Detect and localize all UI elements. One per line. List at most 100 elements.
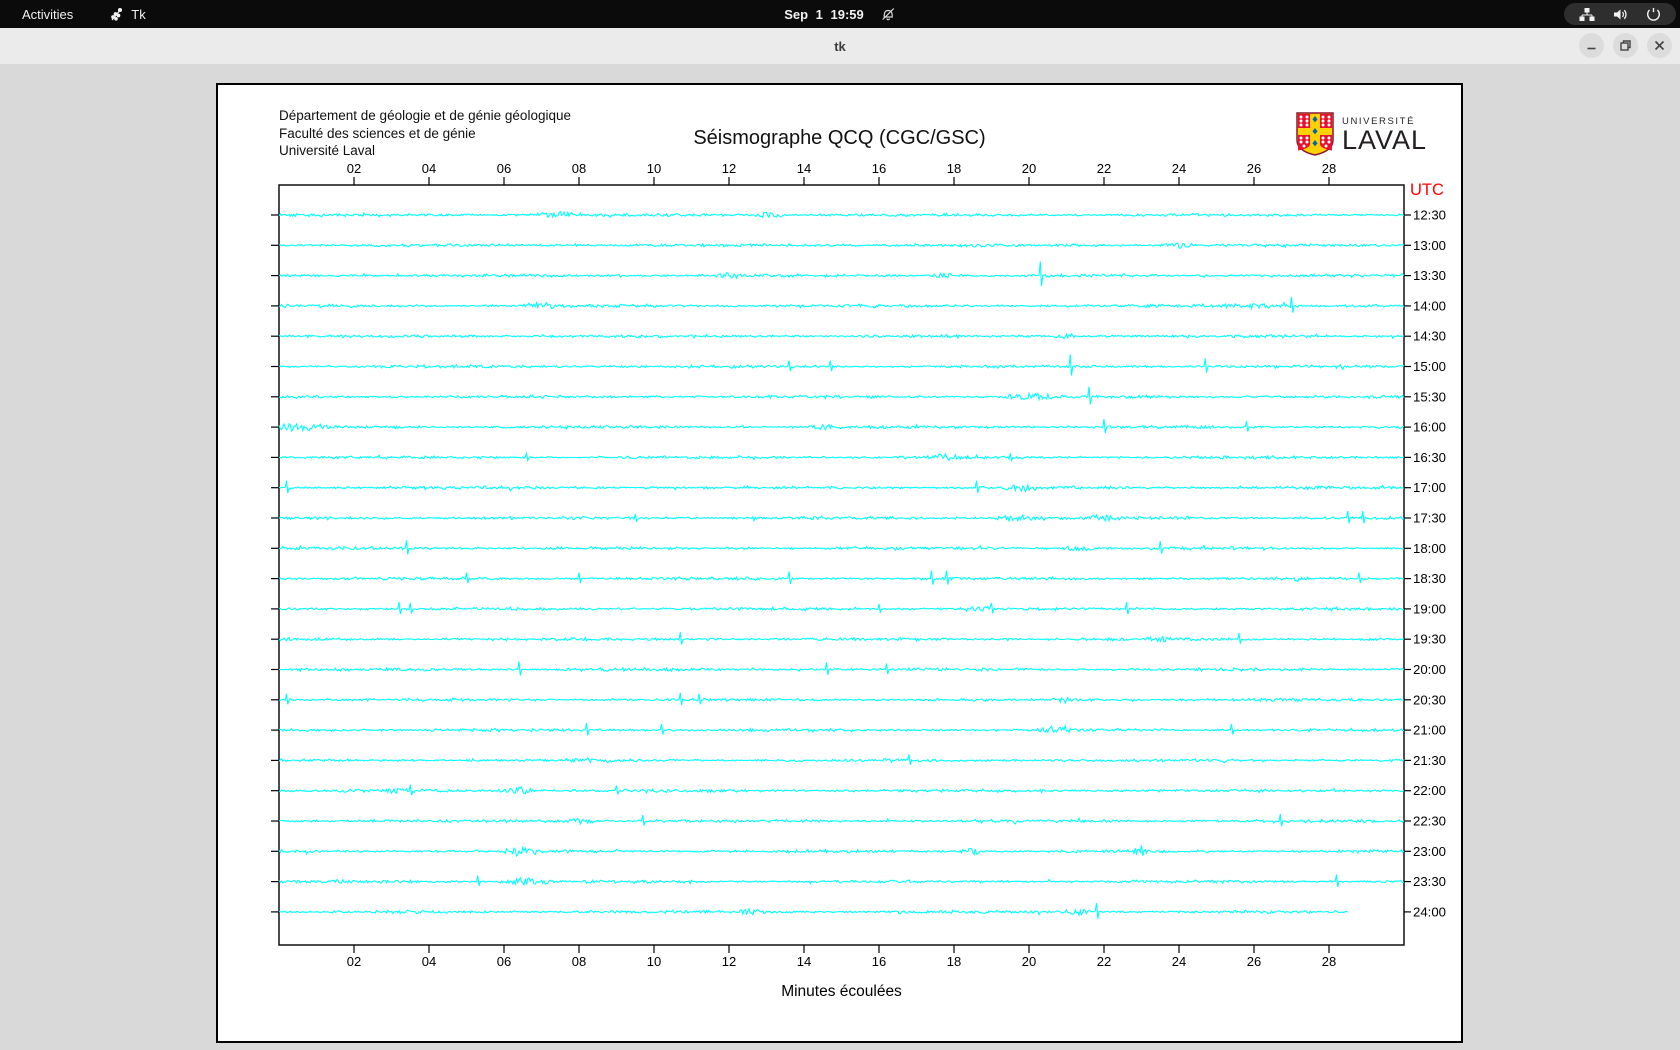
seismo-trace-17:00: [278, 480, 1405, 494]
utc-time-label: 13:30: [1413, 268, 1446, 283]
x-tick-label-bottom: 10: [647, 954, 661, 969]
seismo-trace-16:00: [278, 419, 1405, 434]
running-app-indicator[interactable]: Tk: [109, 6, 146, 22]
x-tick-label-top: 08: [572, 161, 586, 176]
utc-time-label: 20:00: [1413, 662, 1446, 677]
x-tick-label-top: 22: [1097, 161, 1111, 176]
utc-time-label: 17:00: [1413, 480, 1446, 495]
seismo-trace-15:00: [278, 354, 1405, 376]
tk-window-content: Département de géologie et de génie géol…: [0, 64, 1680, 1050]
utc-time-label: 22:30: [1413, 814, 1446, 829]
minimize-icon: [1587, 47, 1596, 50]
utc-time-label: 14:00: [1413, 298, 1446, 313]
app-indicator-label: Tk: [131, 6, 146, 22]
clock[interactable]: Sep 1 19:59: [784, 7, 864, 22]
x-tick-label-bottom: 26: [1247, 954, 1261, 969]
x-tick-label-bottom: 14: [797, 954, 811, 969]
utc-axis-label: UTC: [1410, 181, 1444, 199]
seismo-trace-20:00: [278, 661, 1405, 676]
utc-time-label: 15:30: [1413, 389, 1446, 404]
seismo-trace-17:30: [278, 510, 1405, 524]
utc-time-label: 23:00: [1413, 844, 1446, 859]
screen: Activities Tk Sep 1 19:59 tk Département…: [0, 0, 1680, 1050]
utc-time-label: 24:00: [1413, 904, 1446, 919]
maximize-button[interactable]: [1613, 33, 1638, 58]
x-tick-label-top: 14: [797, 161, 811, 176]
x-tick-label-top: 18: [947, 161, 961, 176]
x-tick-label-top: 12: [722, 161, 736, 176]
seismo-trace-13:30: [278, 261, 1405, 287]
seismo-trace-19:30: [278, 632, 1405, 645]
utc-time-label: 17:30: [1413, 511, 1446, 526]
seismo-trace-12:30: [278, 210, 1405, 219]
seismo-trace-22:00: [278, 784, 1405, 796]
seismo-trace-19:00: [278, 601, 1405, 615]
x-tick-label-bottom: 24: [1172, 954, 1186, 969]
seismo-trace-21:30: [278, 754, 1405, 766]
seismo-trace-16:30: [278, 451, 1405, 463]
window-title: tk: [834, 38, 846, 54]
x-tick-label-top: 06: [497, 161, 511, 176]
system-status-area[interactable]: [1564, 3, 1676, 25]
gnome-top-bar: Activities Tk Sep 1 19:59: [0, 0, 1680, 28]
x-tick-label-top: 20: [1022, 161, 1036, 176]
x-axis-title: Minutes écoulées: [781, 983, 902, 1000]
seismo-trace-24:00: [278, 902, 1349, 919]
utc-time-label: 19:30: [1413, 632, 1446, 647]
window-titlebar[interactable]: tk: [0, 28, 1680, 65]
seismo-trace-22:30: [278, 813, 1405, 827]
seismo-trace-13:00: [278, 242, 1405, 249]
minimize-button[interactable]: [1579, 33, 1604, 58]
utc-time-label: 19:00: [1413, 601, 1446, 616]
x-tick-label-bottom: 12: [722, 954, 736, 969]
utc-time-label: 23:30: [1413, 874, 1446, 889]
maximize-icon: [1620, 40, 1631, 51]
x-tick-label-bottom: 08: [572, 954, 586, 969]
network-wired-icon: [1579, 7, 1595, 21]
seismo-trace-15:30: [278, 386, 1405, 405]
x-tick-label-bottom: 02: [347, 954, 361, 969]
seismo-trace-18:30: [278, 570, 1405, 585]
utc-time-label: 14:30: [1413, 329, 1446, 344]
x-tick-label-bottom: 04: [422, 954, 436, 969]
seismo-trace-23:30: [278, 874, 1405, 888]
utc-time-label: 21:00: [1413, 723, 1446, 738]
tk-app-icon: [111, 7, 123, 21]
x-tick-label-bottom: 22: [1097, 954, 1111, 969]
seismo-trace-18:00: [278, 540, 1405, 555]
utc-time-label: 21:30: [1413, 753, 1446, 768]
plot-frame: [278, 184, 1405, 946]
x-tick-label-bottom: 06: [497, 954, 511, 969]
seismo-trace-21:00: [278, 723, 1405, 736]
seismo-trace-20:30: [278, 692, 1404, 706]
x-tick-label-top: 26: [1247, 161, 1261, 176]
power-icon: [1647, 7, 1660, 21]
x-tick-label-bottom: 16: [872, 954, 886, 969]
close-button[interactable]: [1647, 33, 1672, 58]
utc-time-label: 13:00: [1413, 238, 1446, 253]
x-tick-label-bottom: 20: [1022, 954, 1036, 969]
seismograph-plot: 02 02 04 04 06 06 08 08 10 10 12 12 14 14 16 16 18 18 20 20…: [271, 161, 1446, 1000]
seismo-trace-14:30: [278, 332, 1405, 340]
x-tick-label-bottom: 28: [1322, 954, 1336, 969]
x-tick-label-bottom: 18: [947, 954, 961, 969]
x-tick-label-top: 28: [1322, 161, 1336, 176]
notifications-disabled-icon: [881, 8, 894, 21]
x-tick-label-top: 16: [872, 161, 886, 176]
utc-time-label: 22:00: [1413, 783, 1446, 798]
utc-time-label: 20:30: [1413, 692, 1446, 707]
utc-time-label: 16:30: [1413, 450, 1446, 465]
seismo-trace-23:00: [278, 845, 1405, 858]
x-tick-label-top: 24: [1172, 161, 1186, 176]
close-icon: [1654, 40, 1665, 51]
activities-button[interactable]: Activities: [16, 7, 79, 22]
utc-time-label: 16:00: [1413, 420, 1446, 435]
x-tick-label-top: 04: [422, 161, 436, 176]
volume-icon: [1614, 9, 1627, 19]
utc-time-label: 18:00: [1413, 541, 1446, 556]
seismograph-panel: Département de géologie et de génie géol…: [216, 83, 1463, 1043]
utc-time-label: 15:00: [1413, 359, 1446, 374]
seismo-trace-14:00: [278, 296, 1405, 313]
x-tick-label-top: 02: [347, 161, 361, 176]
utc-time-label: 12:30: [1413, 208, 1446, 223]
